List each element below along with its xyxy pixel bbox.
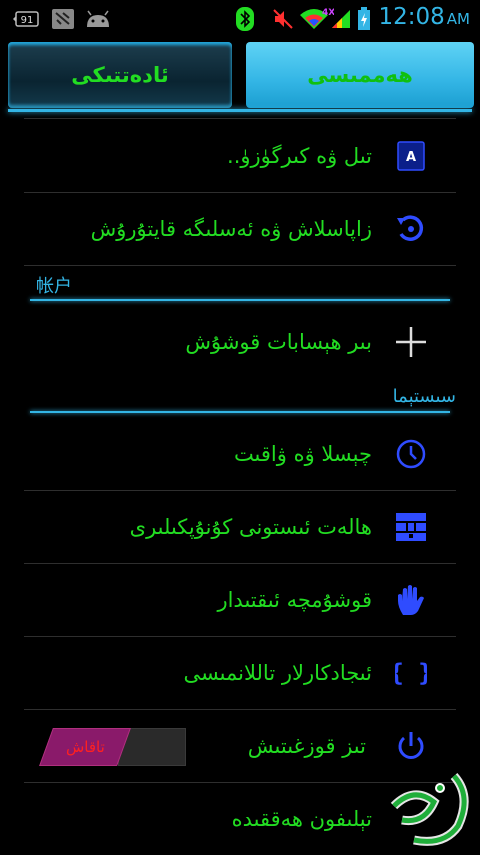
section-divider [30, 411, 450, 413]
list-item-label: چېسلا ۋە ۋاقىت [233, 442, 372, 466]
list-item-label: ئىجادكارلار تاللانمىسى [183, 661, 372, 685]
battery-icon [356, 7, 372, 30]
wifi-icon: 4X [298, 8, 334, 30]
power-icon [394, 729, 428, 763]
section-title: 帐户 [36, 276, 72, 297]
download-icon [50, 8, 76, 30]
language-keyboard-icon: A [394, 139, 428, 173]
list-item-label: تىز قوزغىتىش [247, 734, 366, 758]
clock-icon [394, 437, 428, 471]
section-header-accounts: 帐户 [30, 272, 450, 304]
notification-count-icon: 91 [12, 8, 40, 30]
bluetooth-icon [234, 7, 256, 31]
list-item-label: زاپاسلاش ۋە ئەسلىگە قايتۇرۇش [90, 217, 372, 241]
watermark-logo [384, 766, 476, 850]
list-item-label: ھالەت ئىستونى كۇنۇپكىلىرى [129, 515, 372, 539]
section-header-system: سىستېما [30, 386, 456, 418]
list-item-accessibility[interactable]: قوشۇمچە ئىقتىدار [24, 564, 456, 637]
list-item-date-time[interactable]: چېسلا ۋە ۋاقىت [24, 418, 456, 491]
list-item-label: قوشۇمچە ئىقتىدار [217, 588, 372, 612]
braces-icon: { } [394, 656, 428, 690]
svg-text:{ }: { } [395, 659, 427, 687]
tab-divider [8, 109, 472, 112]
list-item-label: تىل ۋە كىرگۈزۈ.. [227, 144, 372, 168]
status-bar: 91 4X 12:08 AM [0, 0, 480, 38]
list-item-language-input[interactable]: تىل ۋە كىرگۈزۈ.. A [24, 120, 456, 193]
list-item-developer-options[interactable]: ئىجادكارلار تاللانمىسى { } [24, 637, 456, 710]
section-title: سىستېما [392, 386, 456, 407]
plus-icon [394, 325, 428, 359]
mute-icon [272, 8, 294, 30]
divider [24, 118, 456, 119]
settings-tabs: ئادەتتىكى ھەممىسى [0, 38, 480, 114]
svg-text:91: 91 [21, 15, 34, 26]
clock-time: 12:08 AM [378, 4, 471, 30]
signal-icon [330, 8, 352, 30]
toggle-off-thumb: تاقاش [39, 728, 131, 766]
list-item-add-account[interactable]: بىر ھېسابات قوشۇش [24, 306, 456, 378]
list-item-status-bar-buttons[interactable]: ھالەت ئىستونى كۇنۇپكىلىرى [24, 491, 456, 564]
tab-all[interactable]: ھەممىسى [246, 42, 474, 108]
svg-text:A: A [406, 150, 416, 165]
backup-restore-icon [394, 212, 428, 246]
android-icon [84, 8, 112, 30]
hand-icon [394, 583, 428, 617]
list-item-backup-reset[interactable]: زاپاسلاش ۋە ئەسلىگە قايتۇرۇش [24, 193, 456, 266]
status-bar-icon [394, 510, 428, 544]
list-item-label: بىر ھېسابات قوشۇش [185, 330, 372, 354]
section-divider [30, 299, 450, 301]
list-item-label: تېلىفون ھەققىدە [231, 807, 372, 831]
tab-common[interactable]: ئادەتتىكى [8, 42, 232, 108]
tab-common-label: ئادەتتىكى [71, 63, 169, 87]
power-toggle[interactable]: تاقاش [39, 728, 186, 766]
tab-all-label: ھەممىسى [307, 63, 413, 87]
